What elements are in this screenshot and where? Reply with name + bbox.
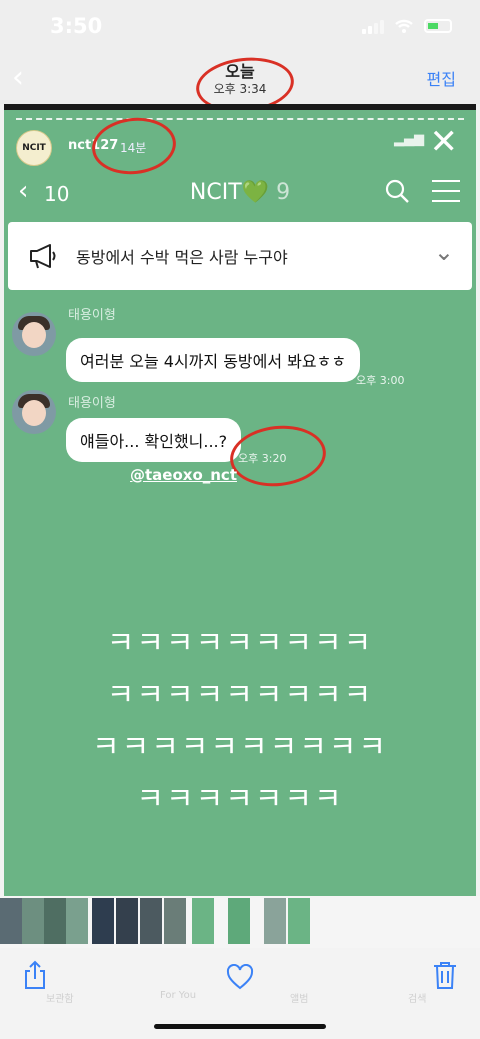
thumbnail[interactable]	[228, 898, 250, 944]
megaphone-icon	[30, 244, 56, 269]
chat-member-count: 9	[276, 180, 291, 205]
story-image[interactable]: NCIT nct127 14분 ▂▄▆ ✕ ‹ 10 NCIT💚 9 동방에서 …	[4, 104, 476, 898]
trash-icon[interactable]	[432, 960, 458, 990]
heart-icon[interactable]	[226, 964, 254, 990]
status-time: 3:50	[50, 14, 103, 38]
thumbnail[interactable]	[92, 898, 114, 944]
thumbnail[interactable]	[192, 898, 214, 944]
notice-text: 동방에서 수박 먹은 사람 누구야	[76, 248, 288, 267]
thumbnail[interactable]	[116, 898, 138, 944]
wifi-icon	[395, 19, 413, 33]
thumbnail[interactable]	[288, 898, 310, 944]
cellular-signal-icon	[362, 18, 384, 34]
home-indicator	[154, 1024, 326, 1029]
tab-albums: 앨범	[290, 994, 309, 1005]
sender-avatar	[12, 390, 56, 434]
bottom-toolbar: 보관함 For You 앨범 검색	[0, 948, 480, 1039]
embedded-signal-icon: ▂▄▆	[394, 132, 424, 147]
notice-banner: 동방에서 수박 먹은 사람 누구야 ⌄	[8, 222, 472, 290]
thumbnail[interactable]	[66, 898, 88, 944]
close-icon[interactable]: ✕	[430, 124, 459, 160]
message-bubble: 얘들아... 확인했니...?	[66, 418, 242, 462]
story-header: NCIT nct127 14분 ▂▄▆ ✕	[16, 124, 464, 166]
menu-icon	[432, 180, 460, 204]
thumbnail[interactable]	[140, 898, 162, 944]
status-bar: 3:50	[0, 0, 480, 56]
search-icon	[385, 179, 409, 203]
thumbnail[interactable]	[44, 898, 66, 944]
thumbnail[interactable]	[264, 898, 286, 944]
share-icon[interactable]	[22, 960, 48, 990]
thumbnail[interactable]	[164, 898, 186, 944]
chat-title-text: NCIT	[189, 180, 242, 205]
story-top-border	[4, 104, 476, 110]
message-bubble: 여러분 오늘 4시까지 동방에서 봐요ㅎㅎ	[66, 338, 361, 382]
sender-name: 태용이형	[68, 308, 116, 323]
green-heart-emoji: 💚	[241, 180, 270, 205]
chevron-down-icon: ⌄	[433, 238, 454, 266]
thumbnail[interactable]	[22, 898, 44, 944]
sender-name: 태용이형	[68, 396, 116, 411]
red-annotation-circle	[227, 421, 329, 491]
tab-library: 보관함	[46, 994, 74, 1005]
red-annotation-circle	[89, 113, 179, 179]
story-progress-bar	[16, 118, 464, 120]
laugh-text-line: ㅋㅋㅋㅋㅋㅋㅋㅋㅋㅋ	[92, 730, 388, 765]
message-time: 오후 3:00	[356, 374, 405, 387]
status-icons	[362, 18, 452, 34]
laugh-text-line: ㅋㅋㅋㅋㅋㅋㅋ	[136, 782, 344, 817]
tab-for-you: For You	[160, 990, 197, 1001]
laugh-text-line: ㅋㅋㅋㅋㅋㅋㅋㅋㅋ	[106, 626, 374, 661]
embedded-status-icons: ▂▄▆	[394, 132, 424, 147]
edit-button[interactable]: 편집	[427, 66, 456, 90]
mention-sticker[interactable]: @taeoxo_nct	[130, 466, 237, 484]
thumbnail-strip[interactable]	[0, 896, 480, 948]
sender-avatar	[12, 312, 56, 356]
tab-search: 검색	[408, 994, 427, 1005]
thumbnail[interactable]	[0, 898, 22, 944]
photo-viewer-screen: 3:50 ‹ 오늘 오후 3:34 편집 NCIT nct127 14분 ▂▄▆…	[0, 0, 480, 1039]
laugh-text-line: ㅋㅋㅋㅋㅋㅋㅋㅋㅋ	[106, 678, 374, 713]
battery-icon	[424, 19, 452, 33]
story-avatar[interactable]: NCIT	[16, 130, 52, 166]
chat-title-bar: ‹ 10 NCIT💚 9	[4, 170, 476, 218]
